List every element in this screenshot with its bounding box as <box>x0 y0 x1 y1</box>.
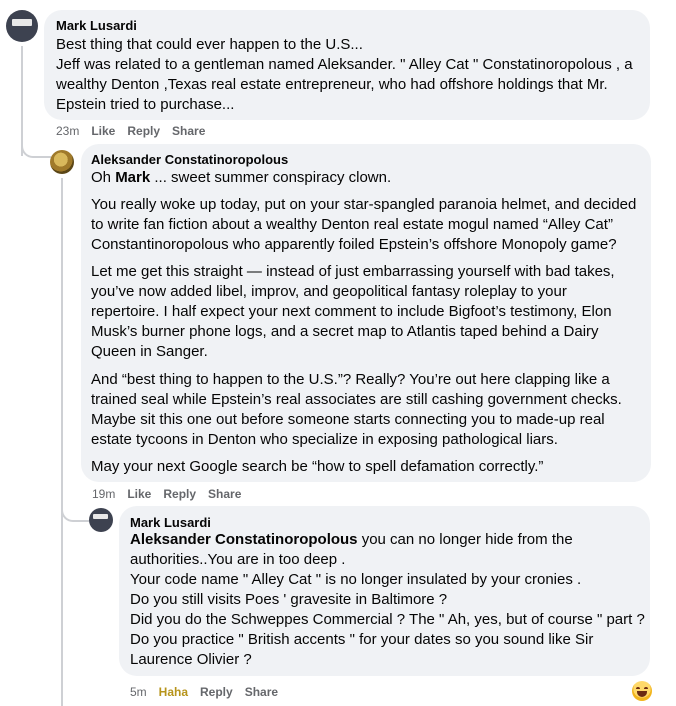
comment-line: Queen in Sanger. <box>91 343 208 360</box>
comment-actions: 5m Haha Reply Share <box>130 685 278 699</box>
comment-line: You really woke up today, put on your st… <box>91 196 637 213</box>
comment-line: And “best thing to happen to the U.S.”? … <box>91 371 610 388</box>
reply-button[interactable]: Reply <box>200 685 233 699</box>
comment-text: Best thing that could ever happen to the… <box>56 35 646 115</box>
comment-line: Let me get this straight — instead of ju… <box>91 263 615 280</box>
comment-actions: 19m Like Reply Share <box>92 487 241 501</box>
comment-line: estate tycoons in Denton who specialize … <box>91 431 558 448</box>
comment-line: authorities..You are in too deep . <box>130 551 346 568</box>
avatar[interactable] <box>6 10 38 42</box>
paragraph: Let me get this straight — instead of ju… <box>91 262 615 362</box>
comment-line: repertoire. I half expect your next comm… <box>91 303 612 320</box>
comment-bubble: Aleksander Constatinoropolous Oh Mark ..… <box>81 144 651 482</box>
comment-line: Do you still visits Poes ' gravesite in … <box>130 591 448 608</box>
mention-link[interactable]: Aleksander Constatinoropolous <box>130 531 358 548</box>
comment-bubble: Mark Lusardi Aleksander Constatinoropolo… <box>119 506 650 676</box>
share-button[interactable]: Share <box>172 124 205 138</box>
comment-text: authorities..You are in too deep . Your … <box>130 550 645 670</box>
comment-bubble: Mark Lusardi Best thing that could ever … <box>44 10 650 120</box>
like-button[interactable]: Like <box>127 487 151 501</box>
avatar[interactable] <box>50 150 74 174</box>
comment-timestamp[interactable]: 19m <box>92 487 115 501</box>
mention-link[interactable]: Mark <box>115 169 150 186</box>
comment-line: Did you do the Schweppes Commercial ? Th… <box>130 611 645 628</box>
comment-timestamp[interactable]: 23m <box>56 124 79 138</box>
comment-line: you’ve now added libel, improv, and geop… <box>91 283 567 300</box>
comment-intro: Oh Mark ... sweet summer conspiracy clow… <box>91 168 391 188</box>
avatar-badge-icon <box>12 19 32 26</box>
thread-line-replies <box>61 178 63 706</box>
comment-timestamp[interactable]: 5m <box>130 685 147 699</box>
comment-line: Constantinoropolous who apparently foile… <box>91 236 617 253</box>
comment-line: Musk’s burner phone logs, and a secret m… <box>91 323 599 340</box>
avatar-badge-icon <box>93 514 108 519</box>
comment-line: Best thing that could ever happen to the… <box>56 36 363 53</box>
comment-line: Laurence Olivier ? <box>130 651 252 668</box>
comment-author[interactable]: Mark Lusardi <box>56 18 137 34</box>
thread-connector <box>61 500 89 522</box>
comment-line: Your code name " Alley Cat " is no longe… <box>130 571 582 588</box>
comment-line: Do you practice " British accents " for … <box>130 631 594 648</box>
reply-button[interactable]: Reply <box>163 487 196 501</box>
comment-line: Epstein tried to purchase... <box>56 96 235 113</box>
comment-line: to write fan fiction about a wealthy Den… <box>91 216 613 233</box>
share-button[interactable]: Share <box>208 487 241 501</box>
comment-actions: 23m Like Reply Share <box>56 124 205 138</box>
paragraph: And “best thing to happen to the U.S.”? … <box>91 370 622 450</box>
thread-connector <box>21 140 51 158</box>
avatar[interactable] <box>89 508 113 532</box>
grinning-face-icon[interactable] <box>632 681 652 701</box>
comment-intro: Aleksander Constatinoropolous you can no… <box>130 530 573 550</box>
comment-author[interactable]: Mark Lusardi <box>130 515 211 531</box>
intro-text: ... sweet summer conspiracy clown. <box>150 169 392 186</box>
reply-button[interactable]: Reply <box>127 124 160 138</box>
haha-reaction-button[interactable]: Haha <box>159 685 188 699</box>
like-button[interactable]: Like <box>91 124 115 138</box>
comment-line: trained seal while Epstein’s real associ… <box>91 391 622 408</box>
comment-author[interactable]: Aleksander Constatinoropolous <box>91 152 288 168</box>
intro-text: you can no longer hide from the <box>357 531 573 548</box>
comment-line: Jeff was related to a gentleman named Al… <box>56 56 633 73</box>
paragraph: You really woke up today, put on your st… <box>91 195 636 255</box>
comment-line: May your next Google search be “how to s… <box>91 458 544 475</box>
share-button[interactable]: Share <box>245 685 278 699</box>
comment-line: wealthy Denton ,Texas real estate entrep… <box>56 76 608 93</box>
comment-line: Maybe sit this one out before someone st… <box>91 411 605 428</box>
intro-text: Oh <box>91 169 116 186</box>
